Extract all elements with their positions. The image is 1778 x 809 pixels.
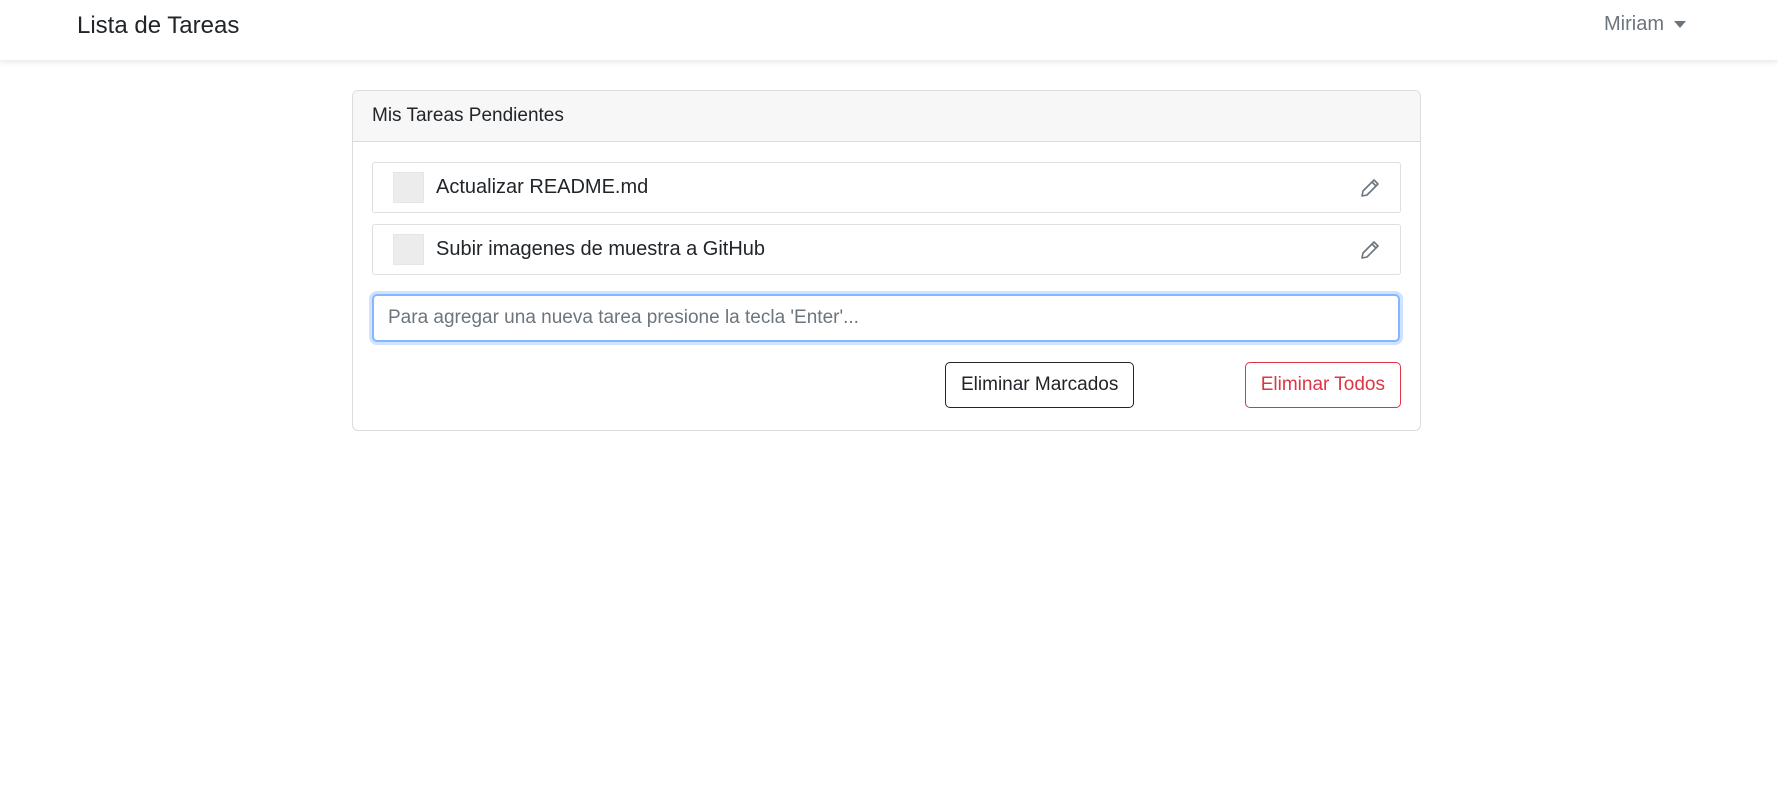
delete-marked-button[interactable]: Eliminar Marcados	[945, 362, 1135, 408]
task-text: Actualizar README.md	[436, 176, 649, 198]
pencil-icon[interactable]	[1358, 176, 1382, 200]
pencil-icon[interactable]	[1358, 238, 1382, 262]
task-text: Subir imagenes de muestra a GitHub	[436, 238, 766, 260]
brand-title[interactable]: Lista de Tareas	[77, 12, 239, 40]
caret-down-icon	[1674, 21, 1686, 28]
task-item: Subir imagenes de muestra a GitHub	[372, 224, 1401, 275]
task-checkbox[interactable]	[393, 234, 424, 265]
user-menu-dropdown[interactable]: Miriam	[1604, 13, 1686, 36]
card-title: Mis Tareas Pendientes	[353, 91, 1420, 142]
user-name: Miriam	[1604, 13, 1664, 35]
new-task-input[interactable]	[372, 294, 1400, 342]
tasks-card: Mis Tareas Pendientes Actualizar README.…	[352, 90, 1421, 431]
card-body: Actualizar README.md Subir imagenes de m…	[353, 142, 1420, 430]
task-list: Actualizar README.md Subir imagenes de m…	[372, 162, 1401, 275]
task-checkbox[interactable]	[393, 172, 424, 203]
task-item: Actualizar README.md	[372, 162, 1401, 213]
card-actions: Eliminar Marcados Eliminar Todos	[372, 362, 1401, 422]
delete-all-button[interactable]: Eliminar Todos	[1244, 362, 1401, 408]
top-navbar: Lista de Tareas Miriam	[0, 0, 1778, 60]
